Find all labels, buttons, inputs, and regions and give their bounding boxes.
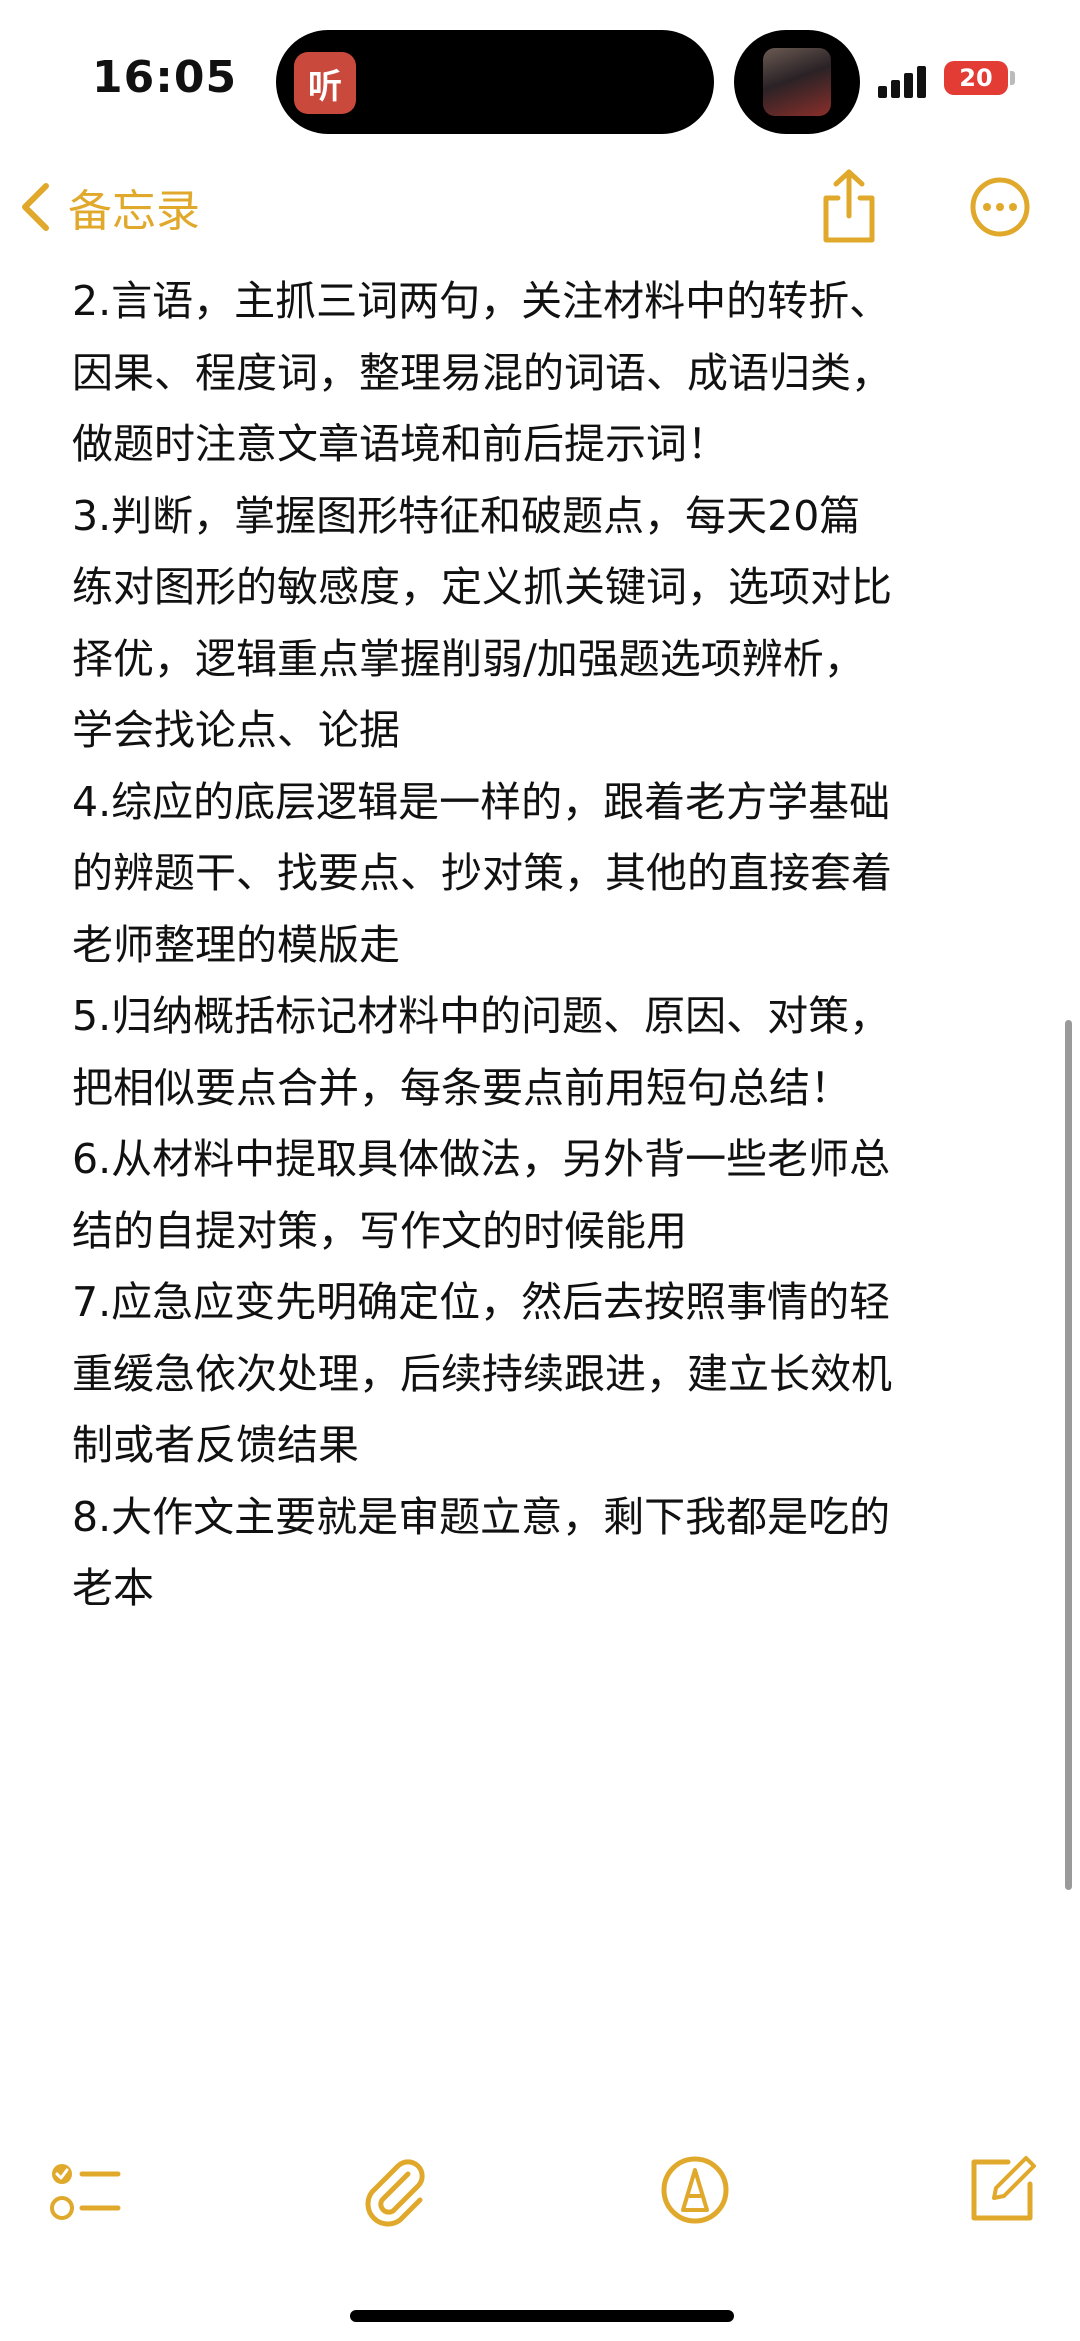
note-line: 做题时注意文章语境和前后提示词！ (72, 420, 728, 468)
note-line: 把相似要点合并，每条要点前用短句总结！ (72, 1063, 851, 1112)
note-body[interactable]: 2.言语，主抓三词两句，关注材料中的转折、 因果、程度词，整理易混的词语、成语归类… (72, 266, 1012, 1625)
note-line: 择优，逻辑重点掌握削弱/加强题选项辨析， (72, 634, 865, 683)
share-icon (823, 169, 875, 243)
home-indicator[interactable] (350, 2310, 734, 2322)
note-line: 制或者反馈结果 (72, 1421, 359, 1469)
status-time: 16:05 (92, 52, 238, 103)
markup-pen-icon (661, 2156, 729, 2224)
compose-button[interactable] (964, 2152, 1040, 2228)
battery-level: 20 (959, 64, 993, 92)
note-line: 2.言语，主抓三词两句，关注材料中的转折、 (72, 277, 891, 325)
note-line: 因果、程度词，整理易混的词语、成语归类， (72, 348, 892, 397)
note-line: 学会找论点、论据 (72, 706, 400, 754)
battery-indicator: 20 (944, 61, 1008, 95)
compose-icon (971, 2156, 1036, 2221)
note-line: 4.综应的底层逻辑是一样的，跟着老方学基础 (72, 777, 891, 826)
note-line: 重缓急依次处理，后续持续跟进，建立长效机 (72, 1349, 892, 1398)
note-line: 的辨题干、找要点、抄对策，其他的直接套着 (72, 849, 892, 897)
share-button[interactable] (818, 168, 880, 244)
back-label: 备忘录 (68, 186, 200, 237)
note-line: 6.从材料中提取具体做法，另外背一些老师总 (72, 1135, 891, 1183)
status-bar: 16:05 听 20 (0, 0, 1080, 150)
now-playing-bubble[interactable] (734, 30, 860, 134)
checklist-icon (50, 2164, 121, 2220)
signal-icon (878, 64, 930, 98)
note-line: 老本 (72, 1564, 154, 1612)
note-line: 3.判断，掌握图形特征和破题点，每天20篇 (72, 491, 861, 540)
chevron-left-icon (22, 183, 49, 231)
notes-screen: 16:05 听 20 备忘录 2.言语，主抓三词两句，关注材料中的转折、 因果、… (0, 0, 1080, 2341)
checklist-button[interactable] (48, 2152, 124, 2228)
listening-app-icon[interactable]: 听 (294, 52, 356, 114)
scrollbar[interactable] (1065, 1020, 1072, 1890)
note-line: 5.归纳概括标记材料中的问题、原因、对策， (72, 992, 891, 1040)
note-line: 练对图形的敏感度，定义抓关键词，选项对比 (72, 563, 892, 611)
back-button[interactable]: 备忘录 (20, 172, 200, 242)
more-button[interactable] (969, 176, 1031, 238)
attachment-button[interactable] (356, 2152, 432, 2228)
ellipsis-circle-icon (970, 177, 1030, 237)
note-line: 8.大作文主要就是审题立意，剩下我都是吃的 (72, 1492, 891, 1541)
note-line: 老师整理的模版走 (72, 920, 400, 969)
album-art-icon (763, 48, 831, 116)
markup-button[interactable] (657, 2152, 733, 2228)
dynamic-island[interactable]: 听 (276, 30, 714, 134)
paperclip-icon (365, 2159, 425, 2227)
note-line: 7.应急应变先明确定位，然后去按照事情的轻 (72, 1278, 891, 1326)
note-line: 结的自提对策，写作文的时候能用 (72, 1206, 687, 1255)
battery-tip (1010, 71, 1015, 85)
